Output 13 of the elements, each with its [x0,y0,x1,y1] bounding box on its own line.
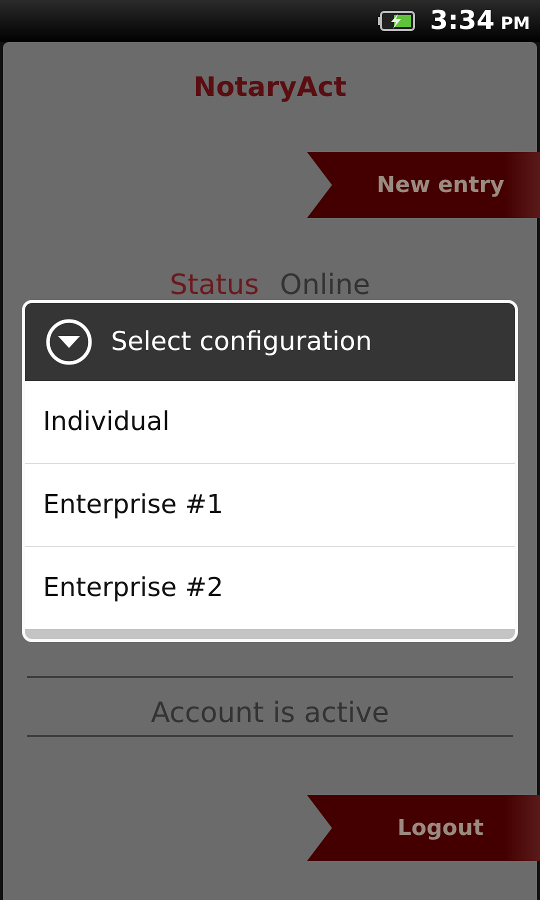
configuration-option[interactable]: Individual [25,381,515,463]
dropdown-icon [45,318,93,366]
battery-icon [378,10,416,32]
logout-button[interactable]: Logout [307,795,540,861]
configuration-option[interactable]: Enterprise #1 [25,463,515,546]
account-state: Account is active [27,678,513,737]
status-label: Status [170,268,259,301]
dialog-title: Select configuration [111,327,372,357]
app-title: NotaryAct [192,72,348,105]
clock-time: 3:34 [430,6,495,36]
clock-meridiem: PM [500,14,530,34]
status-value: Online [280,268,370,301]
new-entry-button[interactable]: New entry [307,152,540,218]
